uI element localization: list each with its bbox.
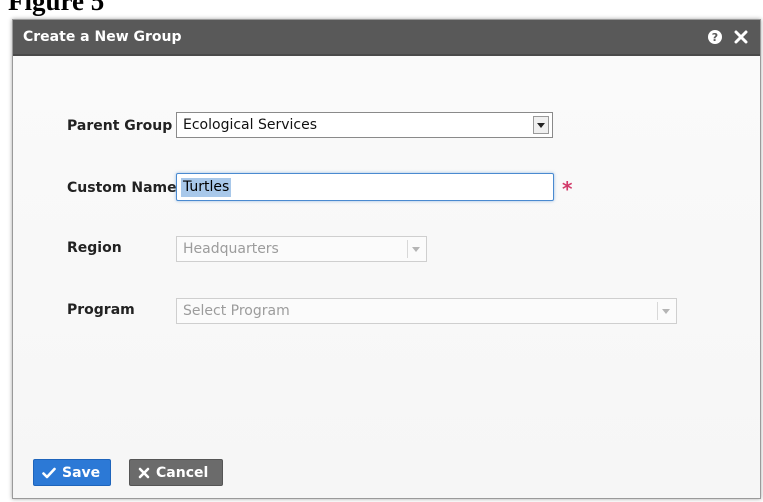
region-dropdown-arrow[interactable] [407,240,423,258]
parent-group-select[interactable]: Ecological Services [176,112,553,138]
custom-name-field[interactable]: Turtles [176,173,554,201]
chevron-down-icon [411,246,420,252]
create-group-dialog: Create a New Group ? Parent Group Ecolog… [12,19,761,499]
required-indicator: * [562,177,573,201]
help-icon-glyph: ? [708,30,722,44]
save-button-label: Save [62,464,101,481]
program-select[interactable]: Select Program [176,298,677,324]
dialog-body: Parent Group Ecological Services Custom … [13,56,760,498]
close-icon[interactable] [732,28,750,46]
figure-caption: Figure 5 [8,0,105,16]
parent-group-value: Ecological Services [183,117,317,133]
region-select[interactable]: Headquarters [176,236,427,262]
close-icon-glyph [734,30,748,44]
program-placeholder: Select Program [183,303,290,319]
svg-text:?: ? [712,31,718,44]
checkmark-icon [42,467,56,478]
custom-name-value: Turtles [181,178,232,197]
chevron-down-icon [537,122,545,128]
parent-group-dropdown-arrow[interactable] [533,116,549,134]
chevron-down-icon [661,308,670,314]
cancel-button-label: Cancel [156,464,209,481]
region-label: Region [67,240,122,256]
close-icon [138,467,150,478]
region-value: Headquarters [183,241,279,257]
custom-name-label: Custom Name [67,180,177,196]
program-dropdown-arrow[interactable] [657,302,673,320]
dialog-title: Create a New Group [23,29,182,45]
save-button[interactable]: Save [33,459,111,486]
dialog-titlebar: Create a New Group ? [13,20,760,56]
cancel-button[interactable]: Cancel [129,459,223,486]
titlebar-icons: ? [706,28,750,46]
help-icon[interactable]: ? [706,28,724,46]
program-label: Program [67,302,135,318]
parent-group-label: Parent Group [67,118,173,134]
